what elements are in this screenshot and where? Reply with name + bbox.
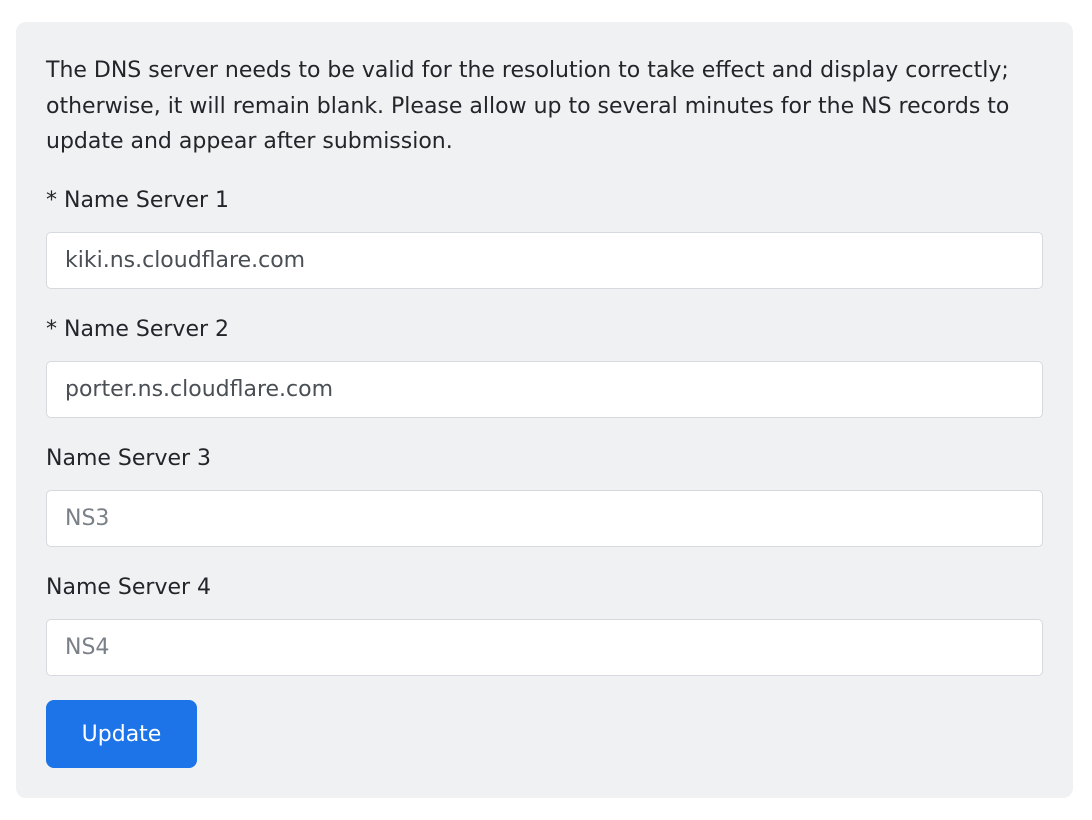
- name-server-3-input[interactable]: [46, 490, 1043, 547]
- nameserver-form-card: The DNS server needs to be valid for the…: [16, 22, 1073, 798]
- name-server-1-label: * Name Server 1: [46, 188, 230, 213]
- name-server-4-label: Name Server 4: [46, 575, 212, 600]
- name-server-2-label: * Name Server 2: [46, 317, 230, 342]
- name-server-3-label: Name Server 3: [46, 446, 212, 471]
- name-server-4-input[interactable]: [46, 619, 1043, 676]
- dns-notice-text: The DNS server needs to be valid for the…: [46, 58, 1010, 154]
- name-server-2-input[interactable]: [46, 361, 1043, 418]
- update-button[interactable]: Update: [46, 700, 197, 768]
- name-server-1-input[interactable]: [46, 232, 1043, 289]
